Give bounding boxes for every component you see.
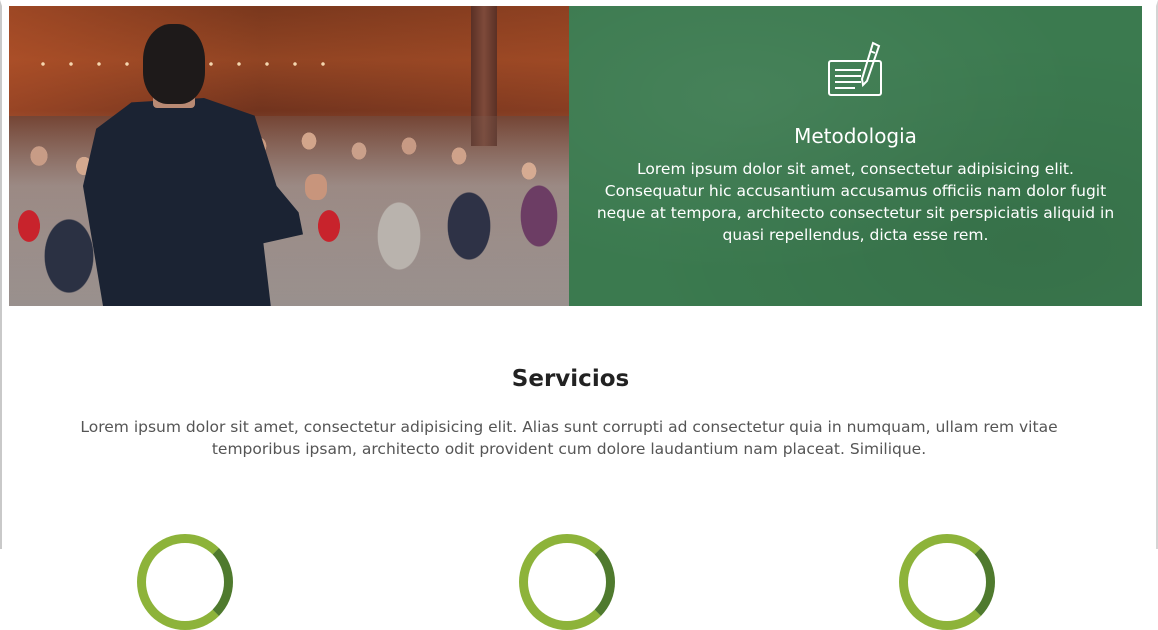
conference-photo bbox=[9, 6, 569, 306]
service-ring-icon bbox=[137, 534, 233, 630]
service-ring-icon bbox=[519, 534, 615, 630]
photo-speaker-hand bbox=[305, 174, 327, 200]
hero-section: Metodologia Lorem ipsum dolor sit amet, … bbox=[9, 6, 1142, 306]
methodology-panel: Metodologia Lorem ipsum dolor sit amet, … bbox=[569, 6, 1142, 306]
services-title: Servicios bbox=[511, 366, 630, 392]
contract-pen-icon bbox=[825, 39, 885, 99]
services-section: Servicios Lorem ipsum dolor sit amet, co… bbox=[0, 306, 1158, 549]
service-ring-icon bbox=[899, 534, 995, 630]
services-text: Lorem ipsum dolor sit amet, consectetur … bbox=[80, 418, 1058, 458]
methodology-title: Metodologia bbox=[794, 124, 917, 148]
photo-speaker-head bbox=[143, 24, 205, 104]
methodology-text: Lorem ipsum dolor sit amet, consectetur … bbox=[596, 160, 1115, 244]
